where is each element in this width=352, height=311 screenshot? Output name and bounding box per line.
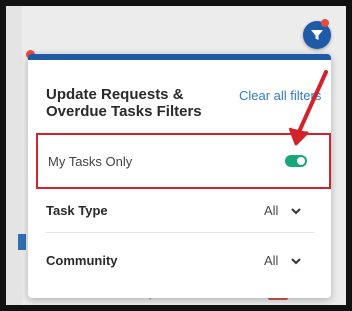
filter-icon — [311, 30, 323, 40]
task-type-label: Task Type — [46, 203, 108, 218]
my-tasks-only-label: My Tasks Only — [48, 154, 133, 169]
panel-title: Update Requests & Overdue Tasks Filters — [46, 86, 202, 120]
background-tab-marker — [18, 234, 26, 250]
chevron-down-icon[interactable] — [290, 255, 302, 267]
screenshot-frame: Exp. Start June 19 Update Requests & Ove… — [0, 0, 352, 311]
community-value[interactable]: All — [264, 253, 278, 268]
background-page — [6, 6, 22, 305]
notification-dot — [321, 19, 329, 27]
task-type-value[interactable]: All — [264, 203, 278, 218]
annotation-arrow — [288, 70, 328, 146]
chevron-down-icon[interactable] — [290, 205, 302, 217]
divider — [46, 232, 314, 233]
community-label: Community — [46, 253, 118, 268]
toggle-knob — [297, 157, 305, 165]
my-tasks-only-toggle[interactable] — [285, 155, 307, 167]
